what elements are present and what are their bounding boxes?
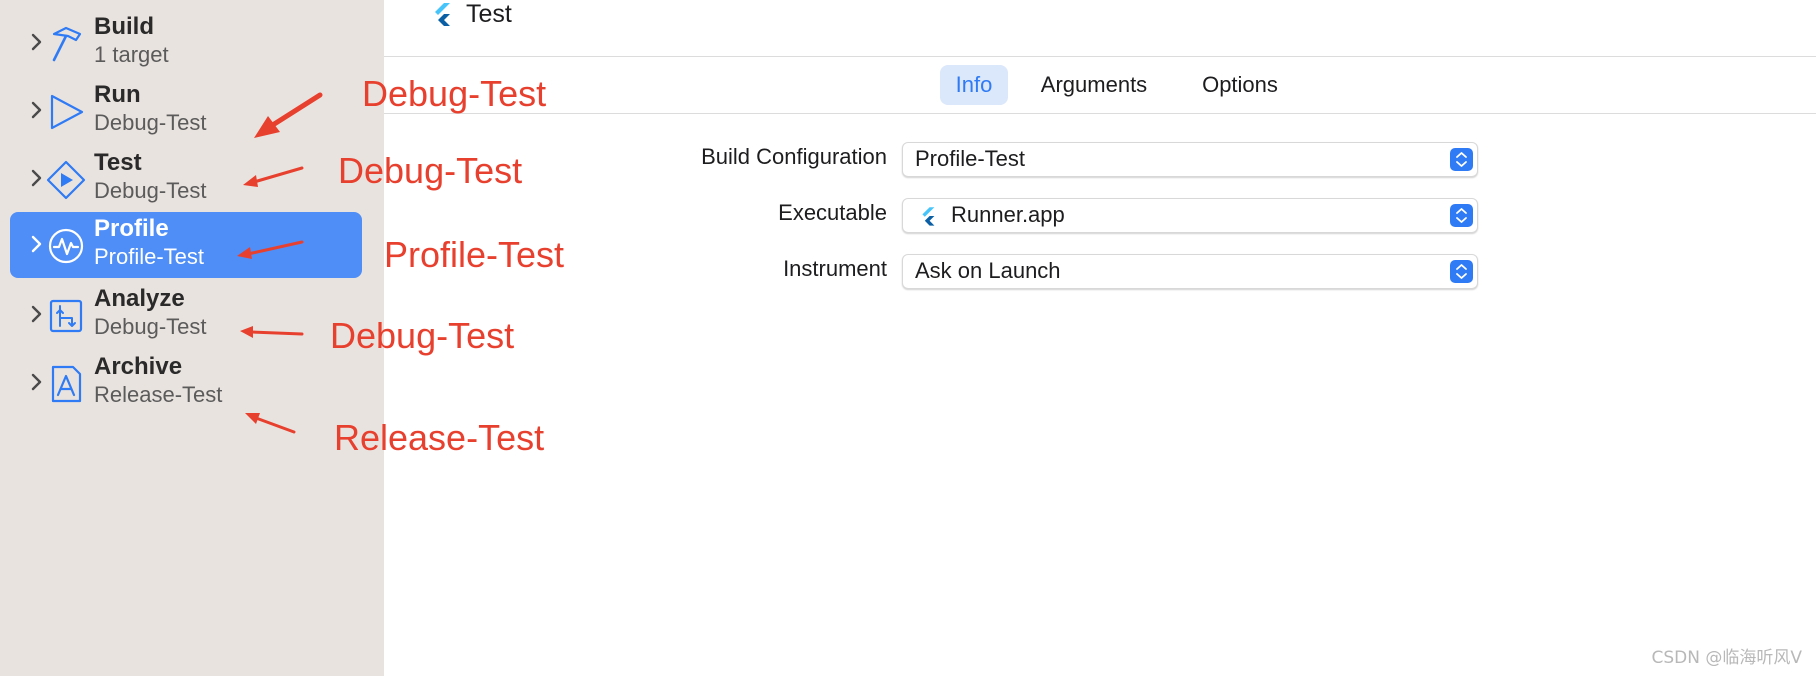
executable-select[interactable]: Runner.app (902, 198, 1478, 233)
chevron-right-icon[interactable] (24, 370, 48, 394)
sidebar-item-subtitle: Debug-Test (94, 178, 207, 203)
play-icon (50, 94, 84, 130)
sidebar-item-subtitle: Profile-Test (94, 244, 205, 269)
chevron-right-icon[interactable] (24, 98, 48, 122)
popup-stepper-icon (1450, 204, 1473, 227)
chevron-right-icon[interactable] (24, 166, 48, 190)
sidebar-item-subtitle: Release-Test (94, 382, 223, 407)
sidebar-item-title: Build (94, 13, 154, 40)
annotation-label: Debug-Test (338, 150, 523, 191)
sidebar-item-title: Profile (94, 215, 169, 242)
tab-bar: Info Arguments Options (384, 56, 1816, 114)
chevron-right-icon[interactable] (24, 232, 48, 256)
analyze-icon (49, 299, 83, 333)
chevron-right-icon[interactable] (24, 30, 48, 54)
scheme-title: Test (466, 0, 512, 28)
sidebar-item-title: Run (94, 81, 141, 108)
annotation-label: Debug-Test (330, 315, 515, 356)
popup-stepper-icon (1450, 260, 1473, 283)
sidebar-item-analyze[interactable]: Analyze Debug-Test (10, 282, 362, 348)
sidebar-item-subtitle: Debug-Test (94, 110, 207, 135)
flutter-icon (435, 3, 450, 26)
popup-stepper-icon (1450, 148, 1473, 171)
flutter-icon (922, 207, 935, 226)
test-diamond-icon (46, 160, 86, 200)
hammer-icon (52, 26, 82, 62)
annotation-label: Release-Test (334, 417, 545, 458)
sidebar-item-subtitle: 1 target (94, 42, 169, 67)
instrument-value: Ask on Launch (915, 258, 1061, 283)
build-configuration-select[interactable]: Profile-Test (902, 142, 1478, 177)
sidebar-item-build[interactable]: Build 1 target (10, 10, 362, 76)
instrument-label: Instrument (783, 256, 887, 281)
tab-arguments[interactable]: Arguments (1030, 65, 1158, 105)
tab-info[interactable]: Info (940, 65, 1008, 105)
sidebar-item-run[interactable]: Run Debug-Test (10, 78, 362, 144)
executable-value: Runner.app (951, 202, 1065, 227)
annotation-label: Profile-Test (384, 234, 565, 275)
archive-app-icon (51, 365, 82, 403)
annotation-label: Debug-Test (362, 73, 547, 114)
waveform-icon (48, 228, 84, 264)
chevron-right-icon[interactable] (24, 302, 48, 326)
watermark: CSDN @临海听风V (1651, 648, 1802, 668)
sidebar-item-title: Analyze (94, 285, 185, 312)
tab-options[interactable]: Options (1176, 65, 1304, 105)
build-configuration-value: Profile-Test (915, 146, 1026, 171)
build-configuration-label: Build Configuration (701, 144, 887, 169)
sidebar-item-archive[interactable]: Archive Release-Test (10, 350, 362, 416)
sidebar-item-test[interactable]: Test Debug-Test (10, 146, 362, 212)
sidebar-item-subtitle: Debug-Test (94, 314, 207, 339)
executable-label: Executable (778, 200, 887, 225)
sidebar-item-title: Test (94, 149, 142, 176)
scheme-header: Test (384, 0, 1816, 57)
sidebar-item-profile[interactable]: Profile Profile-Test (10, 212, 362, 278)
scheme-actions-sidebar: Build 1 target Run Debug-Test Test Debug… (0, 0, 384, 676)
sidebar-item-title: Archive (94, 353, 183, 380)
instrument-select[interactable]: Ask on Launch (902, 254, 1478, 289)
